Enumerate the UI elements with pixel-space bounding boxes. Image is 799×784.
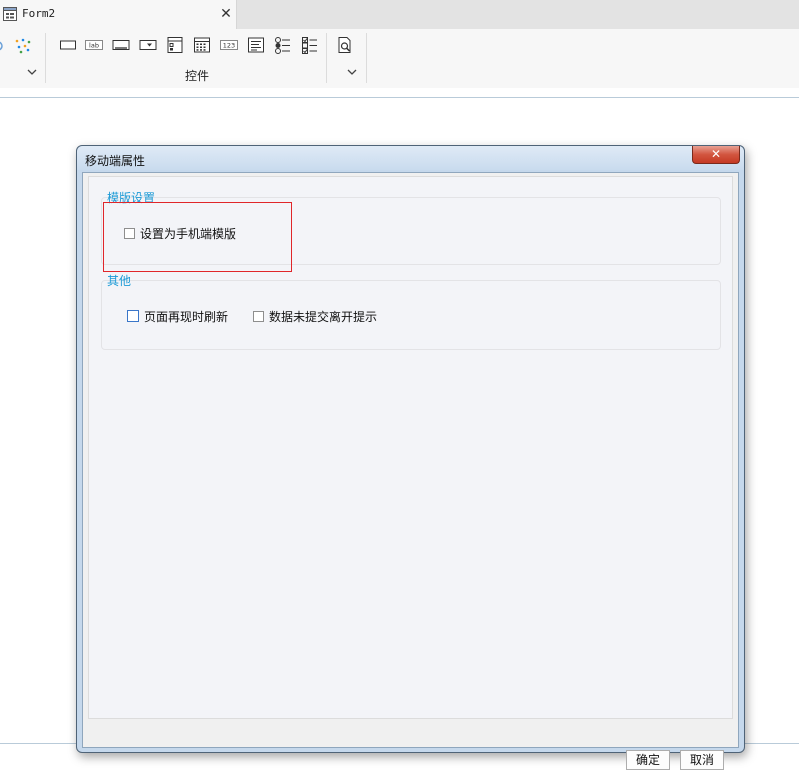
refresh-on-reappear-label: 页面再现时刷新 [144,309,229,324]
refresh-on-reappear-option[interactable]: 页面再现时刷新 [127,308,228,324]
dialog-title: 移动端属性 [85,154,146,168]
dialog-body: 模版设置 设置为手机端模版 其他 页面再现时刷新 数据未提交离开提示 确定 取消 [82,172,739,770]
mobile-properties-dialog: 移动端属性 ✕ 模版设置 设置为手机端模版 其他 页面再现时刷新 数据未提交离开… [76,145,745,770]
ribbon-separator [326,33,327,83]
radio-list-icon[interactable] [274,36,292,54]
refresh-on-reappear-checkbox[interactable] [127,310,139,322]
dialog-titlebar[interactable]: 移动端属性 ✕ [77,146,744,170]
textbox-icon[interactable] [112,36,130,54]
unsaved-leave-prompt-option[interactable]: 数据未提交离开提示 [253,308,377,324]
form-document-icon [3,7,17,21]
chevron-down-icon[interactable] [27,68,37,76]
unsaved-leave-prompt-checkbox[interactable] [253,310,264,322]
checkbox-list-icon[interactable] [301,36,319,54]
ribbon-group-label: 控件 [185,69,210,83]
document-tab-strip: Form2 ✕ [0,0,799,29]
properties-panel: 模版设置 设置为手机端模版 其他 页面再现时刷新 数据未提交离开提示 [88,176,733,719]
label-icon-text: lab [89,42,99,50]
partial-toolbar-icon[interactable] [0,38,4,54]
rect-icon[interactable] [59,36,77,54]
sparkle-icon[interactable] [14,37,32,55]
unsaved-leave-prompt-label: 数据未提交离开提示 [269,309,378,324]
textarea-icon[interactable] [247,36,265,54]
tab-close-icon[interactable]: ✕ [219,5,233,23]
dialog-close-button[interactable]: ✕ [692,146,740,164]
number-icon[interactable]: 123 [220,36,238,54]
preview-icon[interactable] [336,36,354,54]
tab-form2[interactable]: Form2 ✕ [0,0,237,29]
chevron-down-icon[interactable] [347,68,357,76]
highlight-annotation-box [103,202,292,272]
calendar-icon[interactable] [193,36,211,54]
tab-title: Form2 [22,7,56,20]
canvas-top-border [0,97,799,98]
form-icon[interactable] [166,36,184,54]
cancel-button[interactable]: 取消 [680,750,724,770]
ribbon-separator [45,33,46,83]
number-icon-text: 123 [223,42,235,50]
close-icon: ✕ [710,147,722,161]
other-settings-legend: 其他 [107,274,132,288]
dropdown-icon[interactable] [139,36,157,54]
label-icon[interactable]: lab [85,36,103,54]
ribbon-separator [366,33,367,83]
ok-button[interactable]: 确定 [626,750,670,770]
